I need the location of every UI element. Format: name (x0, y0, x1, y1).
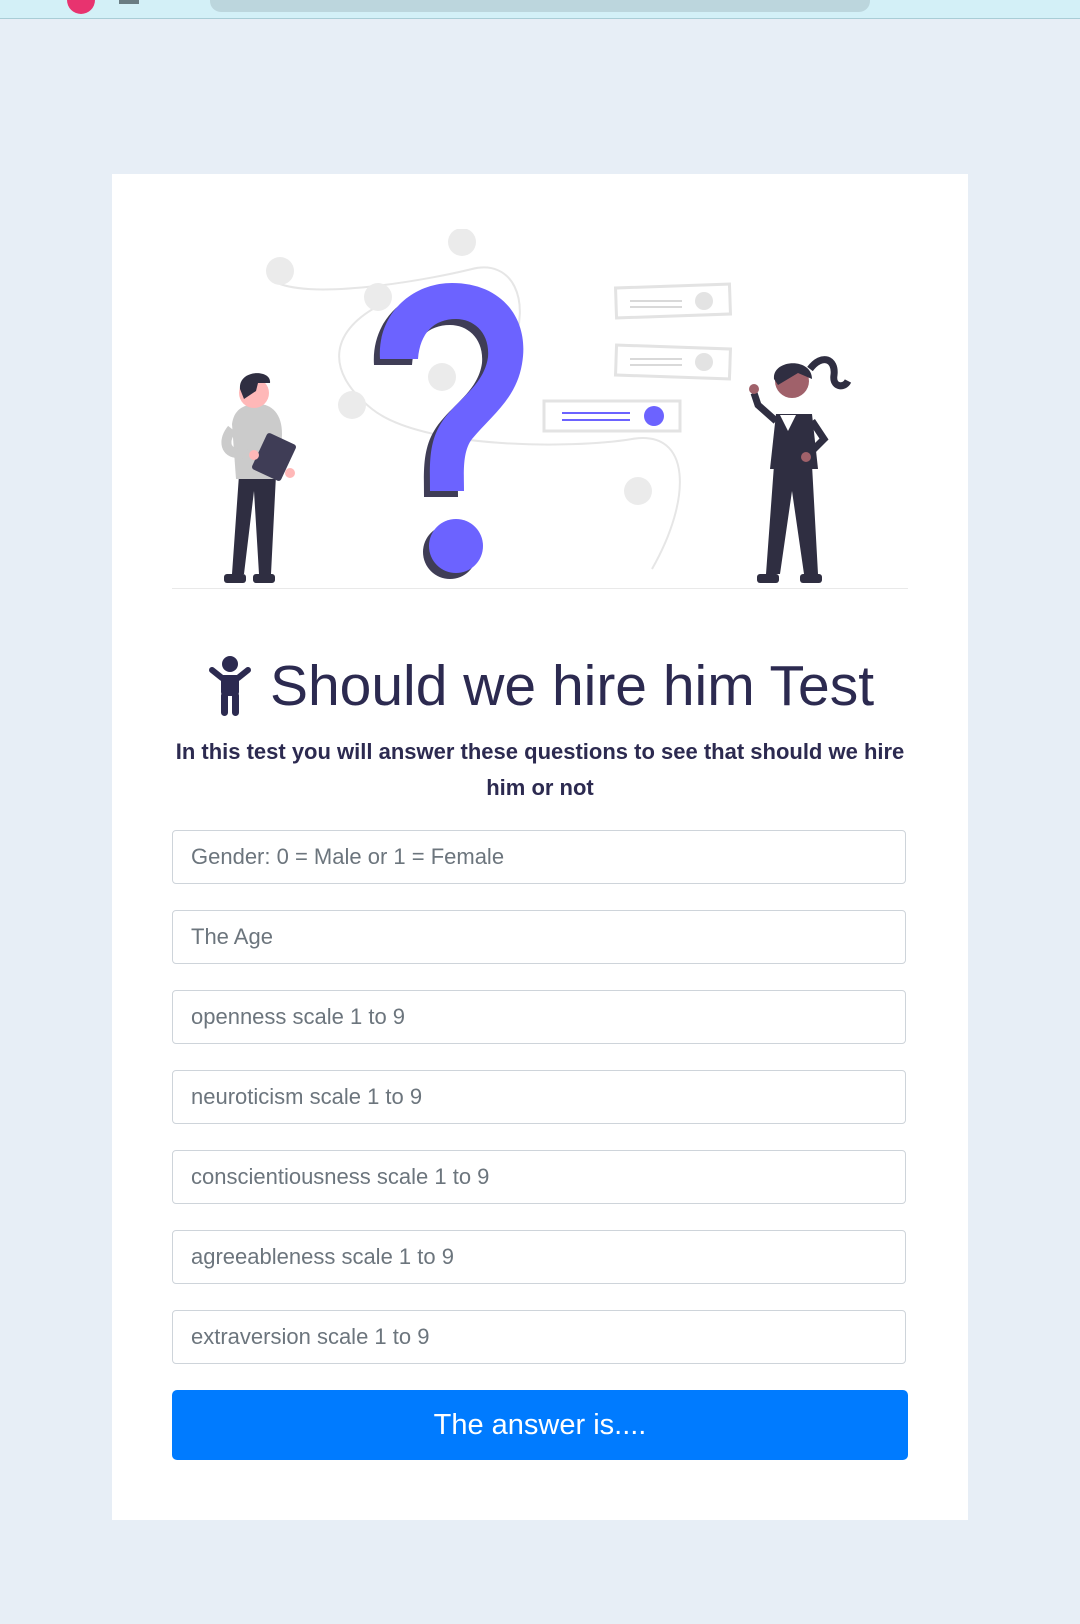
page-subtitle: In this test you will answer these quest… (175, 739, 905, 800)
submit-button[interactable]: The answer is.... (172, 1390, 908, 1460)
page-title: Should we hire him Test (112, 646, 968, 726)
browser-close-icon[interactable] (67, 0, 95, 14)
address-bar[interactable] (210, 0, 870, 12)
page-title-text: Should we hire him Test (269, 653, 875, 718)
browser-toolbar (0, 0, 1080, 19)
extraversion-input[interactable] (172, 1310, 906, 1364)
agreeableness-input[interactable] (172, 1230, 906, 1284)
conscientiousness-input[interactable] (172, 1150, 906, 1204)
gender-input[interactable] (172, 830, 906, 884)
questions-illustration (172, 229, 908, 589)
form-card: Should we hire him Test In this test you… (112, 174, 968, 1520)
browser-menu-icon[interactable] (119, 0, 139, 4)
age-input[interactable] (172, 910, 906, 964)
neuroticism-input[interactable] (172, 1070, 906, 1124)
child-icon (208, 656, 251, 716)
openness-input[interactable] (172, 990, 906, 1044)
